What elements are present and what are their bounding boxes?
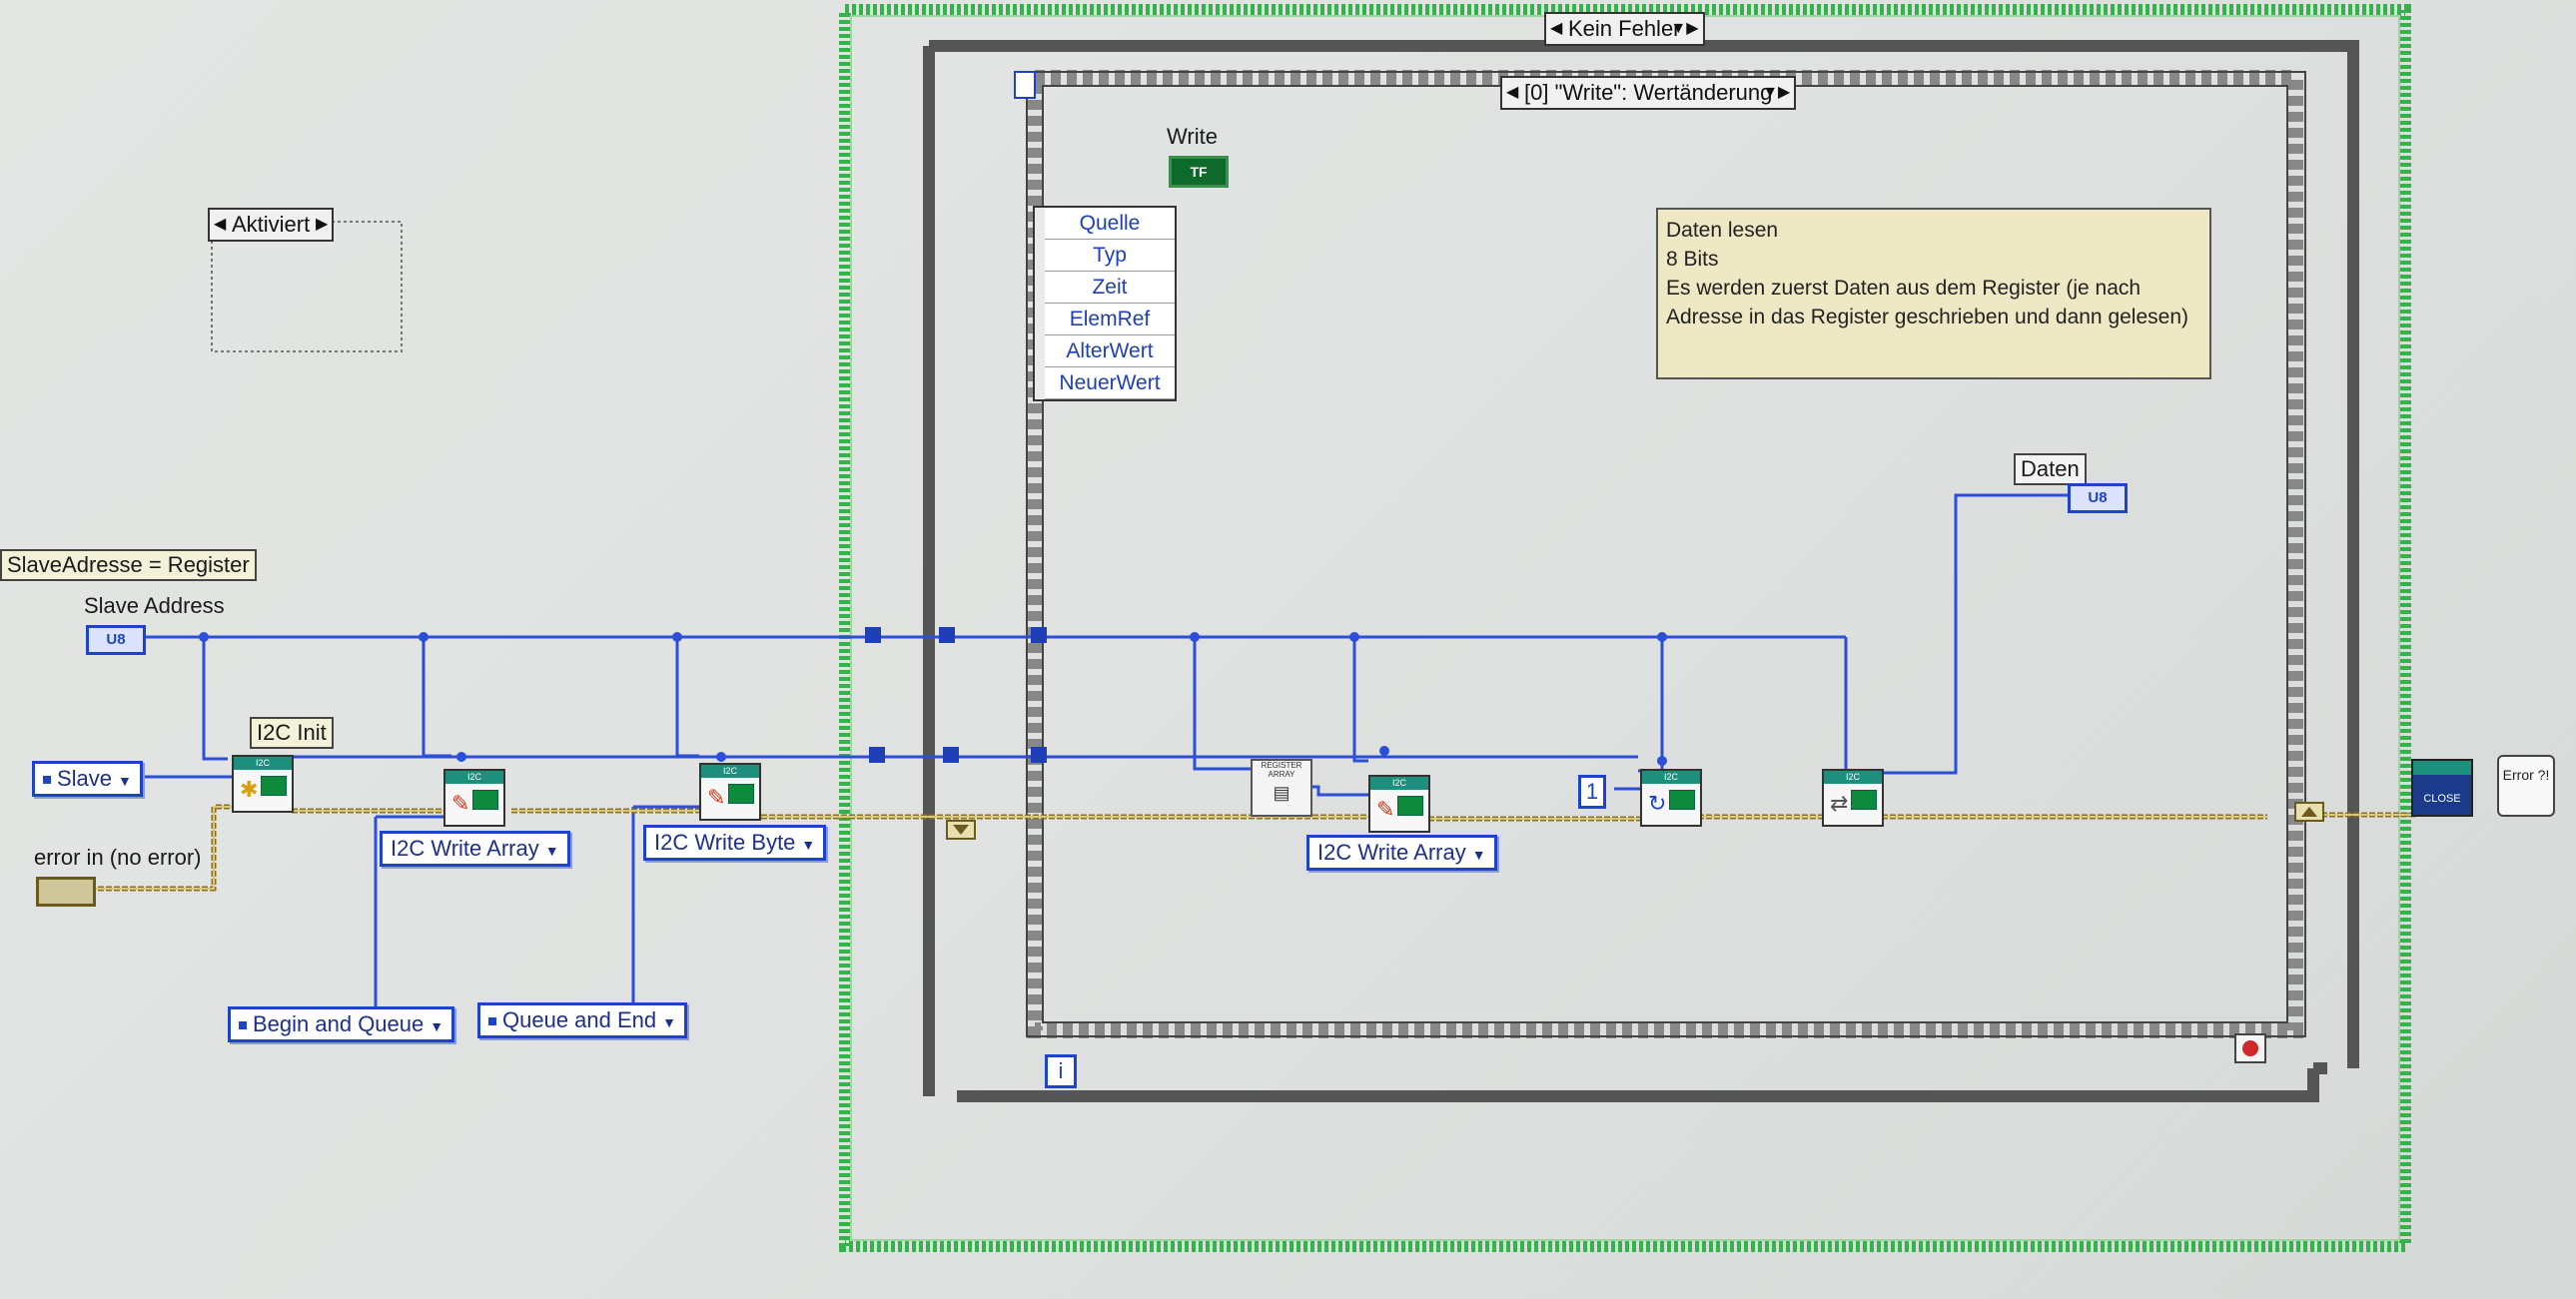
outer-case-selector[interactable]: ◀ Kein Fehler ▼▶ — [1544, 12, 1705, 46]
enum-pin-icon — [488, 1017, 496, 1026]
enum-pin-icon — [239, 1021, 247, 1030]
register-array-icon: ▤ — [1273, 783, 1290, 803]
close-icon: CLOSE — [2423, 793, 2461, 805]
i2c-write-array-selector-1[interactable]: I2C Write Array ▼ — [380, 831, 570, 867]
decrement-arrow-icon[interactable]: ◀ — [1506, 82, 1518, 102]
event-data-node: Quelle Typ Zeit ElemRef AlterWert NeuerW… — [1033, 206, 1177, 401]
dropdown-arrow-icon[interactable]: ▼ — [662, 1014, 676, 1030]
dropdown-arrow-icon[interactable]: ▼ — [1472, 847, 1486, 863]
write-label: Write — [1167, 124, 1218, 149]
error-in-control[interactable] — [36, 877, 96, 907]
constant-one[interactable]: 1 — [1578, 775, 1606, 809]
daten-indicator: U8 — [2068, 483, 2128, 513]
block-diagram-canvas — [90, 4, 2467, 1252]
daten-label: Daten — [2014, 453, 2087, 485]
dropdown-arrow-icon[interactable]: ▼ — [545, 843, 559, 859]
i2c-init-label: I2C Init — [250, 717, 334, 749]
dropdown-arrow-icon[interactable]: ▼ — [429, 1018, 443, 1034]
error-handler-vi[interactable]: Error ?! — [2497, 755, 2555, 817]
event-data-item[interactable]: NeuerWert — [1045, 367, 1175, 399]
aktiviert-case-selector[interactable]: ◀ Aktiviert ▶ — [208, 208, 335, 242]
event-data-item[interactable]: ElemRef — [1045, 304, 1175, 335]
slave-address-control[interactable]: U8 — [86, 625, 146, 655]
event-data-item[interactable]: AlterWert — [1045, 335, 1175, 367]
link-icon: ⇄ — [1830, 791, 1849, 816]
loop-arrow-icon: ↻ — [1648, 791, 1667, 816]
slave-adresse-register-label: SlaveAdresse = Register — [0, 549, 257, 581]
iteration-terminal: i — [1045, 1054, 1077, 1088]
i2c-write-vi-3[interactable]: I2C ✎ — [1368, 775, 1430, 833]
queue-and-end-constant[interactable]: Queue and End ▼ — [477, 1002, 687, 1038]
slave-address-label: Slave Address — [84, 593, 225, 618]
star-icon: ✱ — [240, 777, 259, 802]
outer-case-structure — [839, 4, 2411, 1252]
i2c-read-vi[interactable]: I2C ↻ — [1640, 769, 1702, 827]
event-data-item[interactable]: Zeit — [1045, 272, 1175, 304]
decrement-arrow-icon[interactable]: ◀ — [214, 214, 226, 234]
error-in-label: error in (no error) — [34, 845, 202, 870]
close-vi[interactable]: CLOSE — [2411, 759, 2473, 817]
i2c-write-vi-1[interactable]: I2C ✎ — [443, 769, 505, 827]
write-boolean-terminal[interactable]: TF — [1169, 156, 1229, 188]
pencil-icon: ✎ — [1376, 797, 1395, 822]
i2c-write-array-selector-2[interactable]: I2C Write Array ▼ — [1306, 835, 1497, 871]
i2c-transfer-vi[interactable]: I2C ⇄ — [1822, 769, 1884, 827]
i2c-write-vi-2[interactable]: I2C ✎ — [699, 763, 761, 821]
increment-arrow-icon[interactable]: ▼▶ — [1762, 82, 1790, 102]
increment-arrow-icon[interactable]: ▶ — [316, 214, 328, 234]
begin-and-queue-constant[interactable]: Begin and Queue ▼ — [228, 1006, 455, 1042]
error-icon: Error ?! — [2502, 767, 2550, 783]
event-data-item[interactable]: Typ — [1045, 240, 1175, 272]
while-loop-frame — [923, 40, 2359, 1102]
i2c-write-byte-selector[interactable]: I2C Write Byte ▼ — [643, 825, 827, 861]
decrement-arrow-icon[interactable]: ◀ — [1550, 18, 1562, 38]
dropdown-arrow-icon[interactable]: ▼ — [118, 773, 132, 789]
enum-pin-icon — [43, 776, 51, 785]
i2c-init-vi[interactable]: I2C ✱ — [232, 755, 294, 813]
pencil-icon: ✎ — [707, 785, 726, 810]
event-data-item[interactable]: Quelle — [1045, 208, 1175, 240]
dropdown-arrow-icon[interactable]: ▼ — [801, 837, 815, 853]
increment-arrow-icon[interactable]: ▼▶ — [1670, 18, 1698, 38]
slave-enum-constant[interactable]: Slave ▼ — [32, 761, 143, 797]
pencil-icon: ✎ — [451, 791, 470, 816]
register-array-vi[interactable]: REGISTER ARRAY ▤ — [1251, 759, 1312, 817]
comment-note[interactable]: Daten lesen 8 Bits Es werden zuerst Date… — [1656, 208, 2211, 379]
event-case-selector[interactable]: ◀ [0] "Write": Wertänderung ▼▶ — [1500, 76, 1797, 110]
